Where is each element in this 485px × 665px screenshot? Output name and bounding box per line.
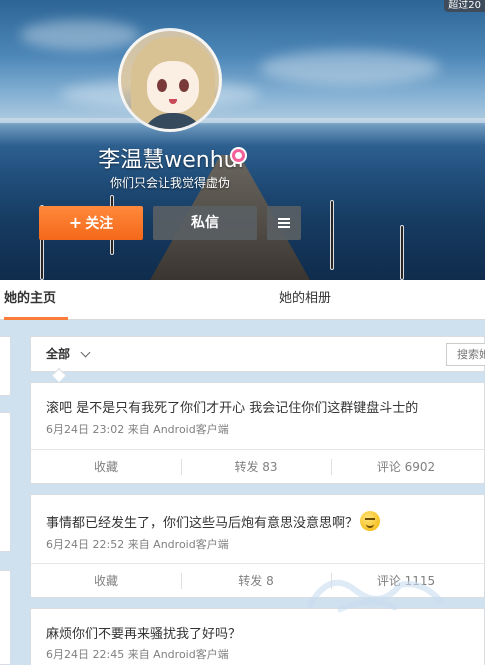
favorite-button[interactable]: 收藏 <box>31 450 181 484</box>
avatar[interactable] <box>118 28 222 132</box>
more-menu-button[interactable] <box>267 206 301 240</box>
feed-post: 麻烦你们不要再来骚扰我了好吗？ 6月24日 22:45 来自 Android客户… <box>30 608 485 665</box>
feed-post: 事情都已经发生了，你们这些马后炮有意思没意思啊？ 6月24日 22:52 来自 … <box>30 494 485 598</box>
avatar-eye <box>157 79 167 92</box>
repost-button[interactable]: 转发 8 <box>181 564 331 598</box>
post-meta[interactable]: 6月24日 22:45 来自 Android客户端 <box>46 646 229 662</box>
favorite-button[interactable]: 收藏 <box>31 564 181 598</box>
profile-cover: 超过20 李温慧wenhui 你们只会让我觉得虚伪 + 关注 私信 <box>0 0 485 280</box>
post-text: 麻烦你们不要再来骚扰我了好吗？ <box>46 627 242 642</box>
side-card <box>0 336 11 396</box>
cover-cloud <box>20 20 140 50</box>
post-text-content: 事情都已经发生了，你们这些马后炮有意思没意思啊？ <box>46 516 359 531</box>
feed-post: 滚吧 是不是只有我死了你们才开心 我会记住你们这群键盘斗士的 6月24日 23:… <box>30 382 485 484</box>
post-actions: 收藏 转发 83 评论 6902 <box>31 449 485 483</box>
follow-button-label: 关注 <box>85 216 114 232</box>
avatar-eye <box>179 79 189 92</box>
cover-pier-post <box>400 225 404 280</box>
post-meta[interactable]: 6月24日 22:52 来自 Android客户端 <box>46 536 229 552</box>
smiley-face-icon <box>360 511 381 531</box>
post-meta[interactable]: 6月24日 23:02 来自 Android客户端 <box>46 421 229 437</box>
cover-corner-tag: 超过20 <box>444 0 485 12</box>
message-button[interactable]: 私信 <box>153 206 257 240</box>
female-badge-icon <box>230 147 247 164</box>
cover-pier-post <box>330 200 334 270</box>
comment-button[interactable]: 评论 1115 <box>331 564 481 598</box>
side-card <box>0 412 11 552</box>
user-name: 李温慧wenhui <box>98 148 244 173</box>
comment-button[interactable]: 评论 6902 <box>331 450 481 484</box>
repost-button[interactable]: 转发 83 <box>181 450 331 484</box>
feed-filter-bar: 全部 <box>30 336 485 372</box>
post-text: 滚吧 是不是只有我死了你们才开心 我会记住你们这群键盘斗士的 <box>46 401 419 416</box>
user-bio: 你们只会让我觉得虚伪 <box>109 176 230 190</box>
plus-icon: + <box>68 213 83 232</box>
side-card <box>0 570 11 665</box>
tab-album[interactable]: 她的相册 <box>279 280 331 320</box>
tab-home[interactable]: 她的主页 <box>4 280 68 320</box>
cover-cloud <box>260 50 440 85</box>
profile-tabs: 她的主页 她的相册 <box>0 280 485 320</box>
chevron-down-icon[interactable] <box>80 347 91 358</box>
search-input[interactable] <box>446 343 485 366</box>
follow-button[interactable]: + 关注 <box>39 206 143 240</box>
cover-horizon <box>0 118 485 123</box>
post-text: 事情都已经发生了，你们这些马后炮有意思没意思啊？ <box>46 511 381 531</box>
filter-all-dropdown[interactable]: 全部 <box>46 337 70 371</box>
post-actions: 收藏 转发 8 评论 1115 <box>31 563 485 597</box>
avatar-face <box>147 61 199 113</box>
